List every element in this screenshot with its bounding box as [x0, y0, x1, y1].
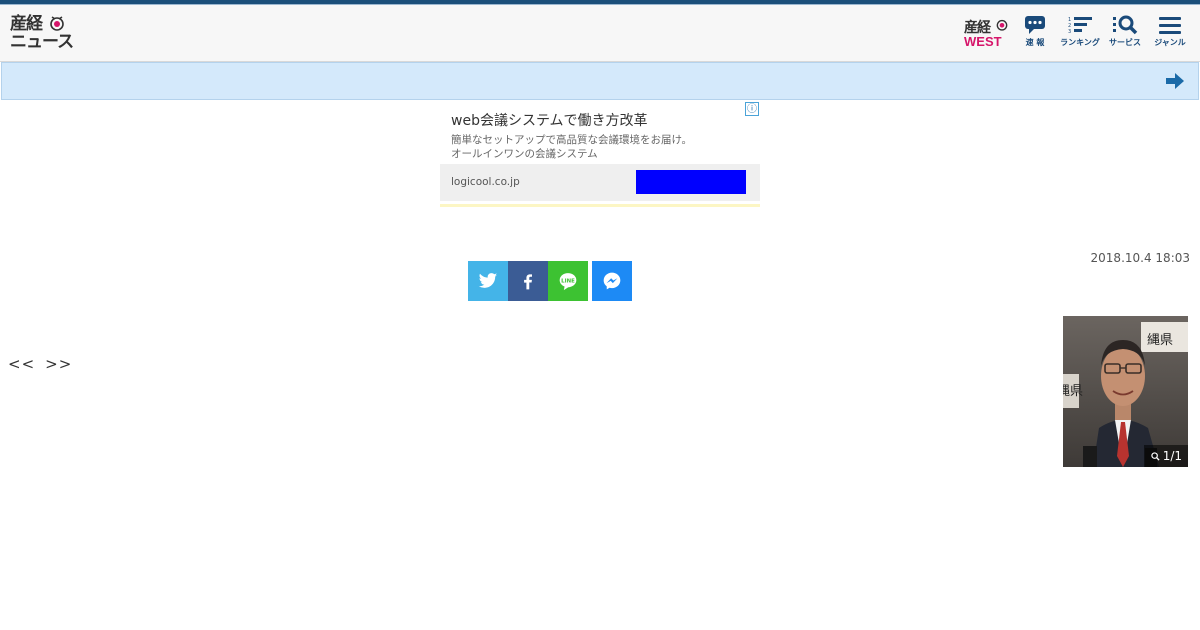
- photo-sign-top: 縄県: [1147, 333, 1173, 348]
- line-icon: LINE: [559, 273, 577, 291]
- nav-genre-label: ジャンル: [1154, 38, 1186, 47]
- messenger-icon: [603, 272, 621, 290]
- ranking-list-icon: 1 2 3: [1068, 17, 1092, 35]
- site-header: 産経 ニュース 産経 WEST 速 報 1 2 3 ランキング サービス ジャン…: [0, 5, 1200, 62]
- nav-service-label: サービス: [1109, 38, 1141, 47]
- ad-cta-button[interactable]: [636, 170, 746, 194]
- ad-description-line2: オールインワンの会議システム: [451, 148, 598, 160]
- nav-breaking-news[interactable]: 速 報: [1020, 15, 1050, 55]
- ad-title[interactable]: web会議システムで働き方改革: [451, 110, 648, 130]
- photo-counter[interactable]: 1/1: [1144, 445, 1188, 467]
- photo-counter-text: 1/1: [1162, 449, 1182, 463]
- ad-description-line1: 簡単なセットアップで高品質な会議環境をお届け。: [451, 134, 692, 146]
- nav-service[interactable]: サービス: [1105, 15, 1145, 55]
- share-messenger-button[interactable]: [592, 261, 632, 301]
- hamburger-menu-icon: [1159, 17, 1181, 34]
- sankei-news-logo[interactable]: 産経 ニュース: [10, 15, 74, 51]
- prev-photo-link[interactable]: <<: [8, 355, 35, 373]
- logo-line1: 産経: [10, 14, 43, 34]
- ad-info-icon[interactable]: ⓘ: [745, 102, 759, 116]
- nav-genre[interactable]: ジャンル: [1150, 15, 1190, 55]
- photo-pager: << >>: [8, 355, 82, 373]
- nav-breaking-news-label: 速 報: [1025, 38, 1045, 47]
- arrow-right-icon[interactable]: [1164, 71, 1186, 91]
- service-search-icon: [1113, 15, 1138, 35]
- advertisement[interactable]: web会議システムで働き方改革 簡単なセットアップで高品質な会議環境をお届け。 …: [440, 101, 760, 207]
- west-logo-bottom: WEST: [964, 34, 1002, 49]
- share-twitter-button[interactable]: [468, 261, 508, 301]
- ad-footer: logicool.co.jp: [440, 164, 760, 201]
- west-eye-icon: [996, 19, 1008, 31]
- photo-sign-left: 縄県: [1063, 384, 1083, 399]
- article-date: 2018.10.4 18:03: [1090, 251, 1190, 265]
- info-banner[interactable]: [1, 62, 1199, 100]
- ad-domain: logicool.co.jp: [451, 176, 520, 188]
- logo-line2: ニュース: [10, 32, 74, 52]
- next-photo-link[interactable]: >>: [45, 355, 72, 373]
- facebook-icon: [524, 274, 532, 290]
- sankei-west-logo[interactable]: 産経 WEST: [964, 17, 1012, 51]
- nav-ranking[interactable]: 1 2 3 ランキング: [1058, 15, 1102, 55]
- article-photo[interactable]: 縄県 縄県 1/1: [1063, 316, 1188, 467]
- magnifier-icon: [1151, 452, 1160, 461]
- nav-ranking-label: ランキング: [1060, 38, 1100, 47]
- svg-text:3: 3: [1068, 29, 1071, 35]
- share-line-button[interactable]: LINE: [548, 261, 588, 301]
- twitter-icon: [478, 273, 498, 288]
- line-icon-label: LINE: [561, 278, 575, 284]
- share-facebook-button[interactable]: [508, 261, 548, 301]
- speech-bubble-icon: [1025, 16, 1045, 34]
- logo-eye-icon: [50, 16, 64, 31]
